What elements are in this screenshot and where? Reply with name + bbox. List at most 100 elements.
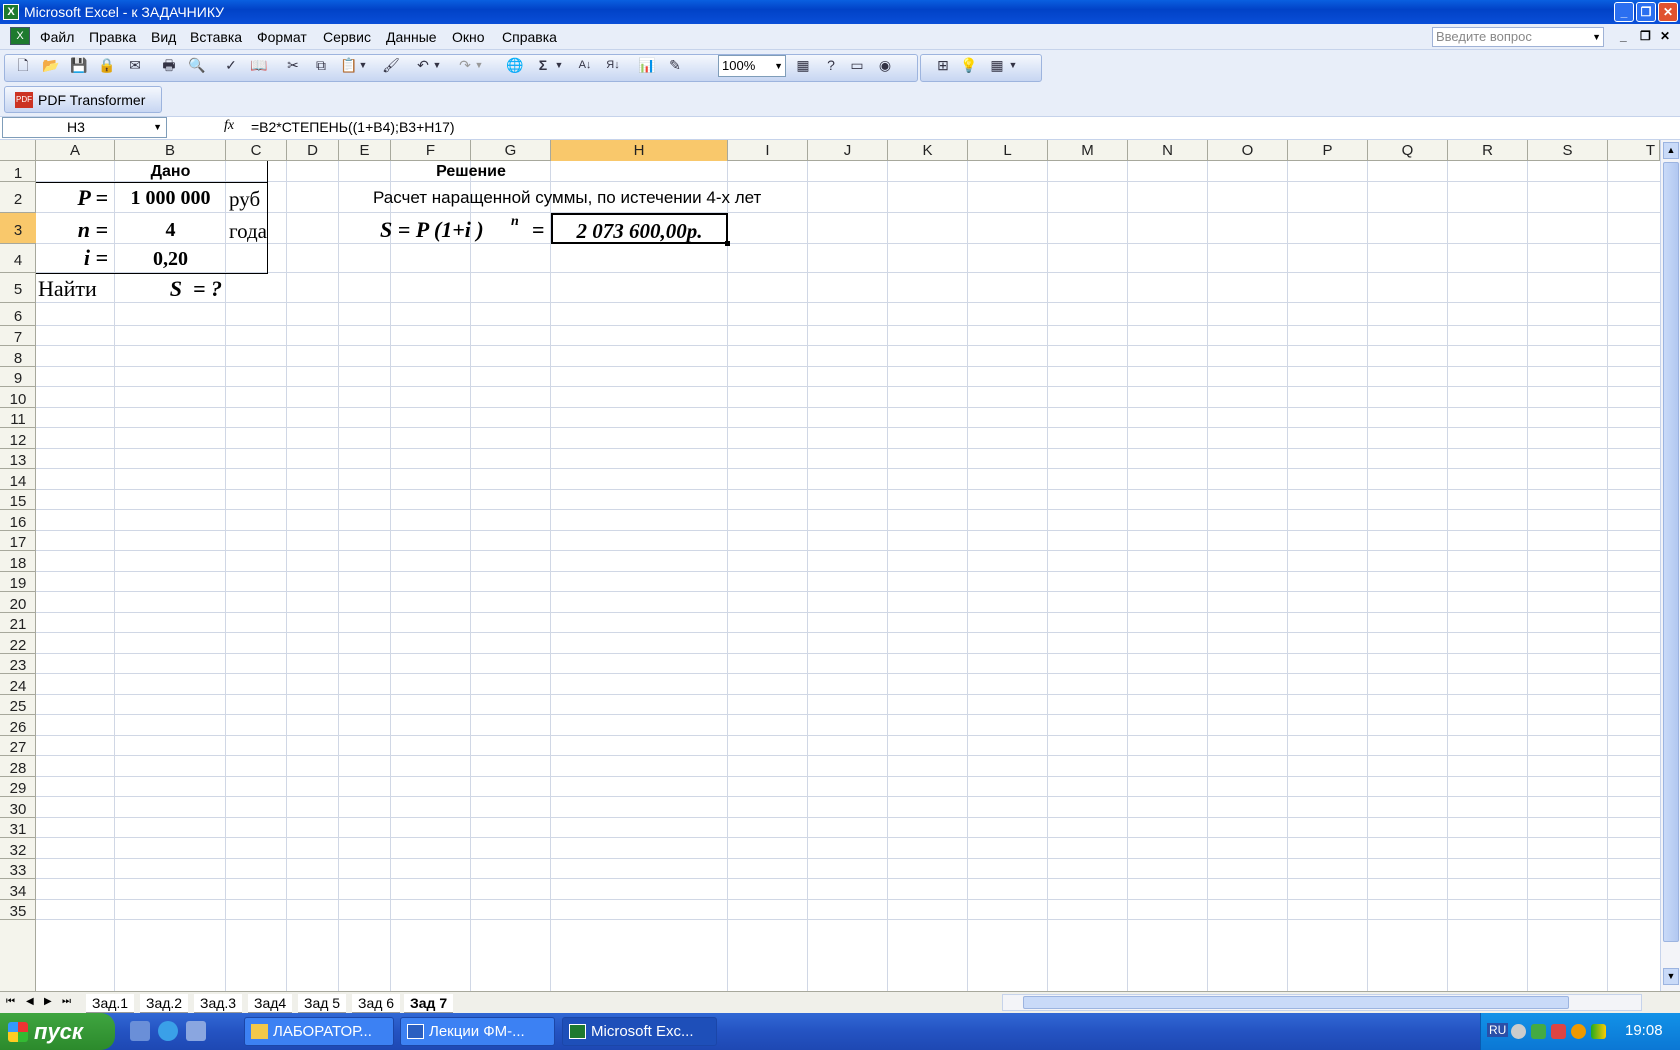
minimize-button[interactable]: _ xyxy=(1614,2,1634,22)
col-header-r[interactable]: R xyxy=(1448,140,1528,161)
email-icon[interactable]: ✉ xyxy=(126,56,144,74)
table-icon[interactable]: ▦ xyxy=(794,56,812,74)
row-header-35[interactable]: 35 xyxy=(0,900,36,920)
prev-sheet-icon[interactable]: ◀ xyxy=(26,996,34,1007)
chevron-down-icon[interactable]: ▼ xyxy=(1592,28,1601,46)
chart-wizard-icon[interactable]: 📊 xyxy=(638,56,656,74)
paste-icon[interactable]: 📋 xyxy=(340,56,358,74)
save-icon[interactable]: 💾 xyxy=(70,56,88,74)
col-header-h[interactable]: H xyxy=(551,140,728,161)
row-header-8[interactable]: 8 xyxy=(0,346,36,367)
cell-e2-calc-text[interactable]: Расчет наращенной суммы, по истечении 4-… xyxy=(373,182,893,213)
select-all-corner[interactable] xyxy=(0,140,36,161)
row-header-13[interactable]: 13 xyxy=(0,449,36,469)
col-header-k[interactable]: K xyxy=(888,140,968,161)
fill-handle[interactable] xyxy=(725,241,730,246)
col-header-p[interactable]: P xyxy=(1288,140,1368,161)
menu-data[interactable]: Данные xyxy=(386,29,437,45)
zoom-select[interactable]: 100% ▼ xyxy=(718,55,786,77)
name-box[interactable]: H3 ▼ xyxy=(2,117,167,138)
open-icon[interactable]: 📂 xyxy=(42,56,60,74)
col-header-n[interactable]: N xyxy=(1128,140,1208,161)
row-header-25[interactable]: 25 xyxy=(0,695,36,715)
print-preview-icon[interactable]: 🔍 xyxy=(188,56,206,74)
tray-mail-icon[interactable] xyxy=(1571,1024,1586,1039)
row-header-9[interactable]: 9 xyxy=(0,367,36,387)
language-indicator[interactable]: RU xyxy=(1487,1023,1509,1037)
row-header-24[interactable]: 24 xyxy=(0,674,36,695)
row-header-5[interactable]: 5 xyxy=(0,273,36,303)
col-header-a[interactable]: A xyxy=(36,140,115,161)
task-folder[interactable]: ЛАБОРАТОР... xyxy=(244,1017,394,1046)
row-header-32[interactable]: 32 xyxy=(0,838,36,859)
col-header-l[interactable]: L xyxy=(968,140,1048,161)
col-header-i[interactable]: I xyxy=(728,140,808,161)
worksheet-grid[interactable]: Дано P = 1 000 000 руб n = 4 года i = 0,20 Найти S… xyxy=(36,161,1660,991)
row-header-23[interactable]: 23 xyxy=(0,654,36,674)
cut-icon[interactable]: ✂ xyxy=(284,56,302,74)
horizontal-scrollbar[interactable] xyxy=(1002,994,1642,1011)
row-header-34[interactable]: 34 xyxy=(0,879,36,900)
row-header-26[interactable]: 26 xyxy=(0,715,36,736)
sheet-tab-2[interactable]: Зад.2 xyxy=(140,994,189,1013)
col-header-t[interactable]: T xyxy=(1608,140,1660,161)
sheet-tab-5[interactable]: Зад 5 xyxy=(298,994,347,1013)
row-header-27[interactable]: 27 xyxy=(0,736,36,756)
horizontal-scroll-thumb[interactable] xyxy=(1023,996,1569,1009)
format-painter-icon[interactable]: 🖌 xyxy=(382,56,400,74)
vertical-scroll-thumb[interactable] xyxy=(1663,162,1679,942)
borders-icon[interactable]: ⊞ xyxy=(934,56,952,74)
col-header-f[interactable]: F xyxy=(391,140,471,161)
col-header-m[interactable]: M xyxy=(1048,140,1128,161)
doc-close-button[interactable]: ✕ xyxy=(1660,29,1670,43)
col-header-j[interactable]: J xyxy=(808,140,888,161)
scroll-down-icon[interactable]: ▼ xyxy=(1663,968,1679,985)
row-header-20[interactable]: 20 xyxy=(0,592,36,613)
close-button[interactable]: ✕ xyxy=(1658,2,1678,22)
undo-dropdown-icon[interactable]: ▼ xyxy=(432,56,442,74)
menu-tools[interactable]: Сервис xyxy=(323,29,371,45)
first-sheet-icon[interactable]: ⏮ xyxy=(6,996,15,1007)
col-header-q[interactable]: Q xyxy=(1368,140,1448,161)
spelling-icon[interactable]: ✓ xyxy=(222,56,240,74)
new-icon[interactable]: 🗋 xyxy=(14,56,32,74)
drawing-icon[interactable]: ✎ xyxy=(666,56,684,74)
grid-icon[interactable]: ▦ xyxy=(988,56,1006,74)
workbook-icon[interactable]: X xyxy=(10,27,30,45)
chevron-down-icon[interactable]: ▼ xyxy=(774,56,783,76)
row-header-10[interactable]: 10 xyxy=(0,387,36,408)
ask-question-input[interactable]: Введите вопрос ▼ xyxy=(1432,27,1604,47)
cell-a5-find[interactable]: Найти xyxy=(38,273,115,303)
redo-dropdown-icon[interactable]: ▼ xyxy=(474,56,484,74)
menu-file[interactable]: Файл xyxy=(40,29,74,45)
row-header-28[interactable]: 28 xyxy=(0,756,36,777)
cell-g3-exponent[interactable]: n xyxy=(511,215,527,229)
scroll-up-icon[interactable]: ▲ xyxy=(1663,142,1679,159)
next-sheet-icon[interactable]: ▶ xyxy=(44,996,52,1007)
row-header-6[interactable]: 6 xyxy=(0,303,36,326)
doc-restore-button[interactable]: ❐ xyxy=(1640,29,1651,43)
row-header-30[interactable]: 30 xyxy=(0,797,36,818)
task-word[interactable]: Лекции ФМ-... xyxy=(400,1017,555,1046)
frame-icon[interactable]: ▭ xyxy=(848,56,866,74)
sheet-tab-6[interactable]: Зад 6 xyxy=(352,994,401,1013)
record-icon[interactable]: ◉ xyxy=(876,56,894,74)
col-header-s[interactable]: S xyxy=(1528,140,1608,161)
menu-window[interactable]: Окно xyxy=(452,29,485,45)
menu-view[interactable]: Вид xyxy=(151,29,176,45)
autosum-dropdown-icon[interactable]: ▼ xyxy=(554,56,564,74)
last-sheet-icon[interactable]: ⏭ xyxy=(62,996,71,1007)
col-header-b[interactable]: B xyxy=(115,140,226,161)
cell-g3-equals[interactable]: = xyxy=(532,213,550,244)
sort-ascending-icon[interactable]: A↓ xyxy=(576,56,594,74)
show-desktop-icon[interactable] xyxy=(130,1021,150,1041)
row-header-2[interactable]: 2 xyxy=(0,182,36,213)
row-header-31[interactable]: 31 xyxy=(0,818,36,838)
row-header-1[interactable]: 1 xyxy=(0,161,36,182)
excel-icon[interactable]: X xyxy=(3,4,19,20)
row-header-19[interactable]: 19 xyxy=(0,572,36,592)
sheet-tab-active[interactable]: Зад 7 xyxy=(404,994,454,1013)
sort-descending-icon[interactable]: Я↓ xyxy=(604,56,622,74)
explorer-icon[interactable] xyxy=(186,1021,206,1041)
row-header-11[interactable]: 11 xyxy=(0,408,36,428)
